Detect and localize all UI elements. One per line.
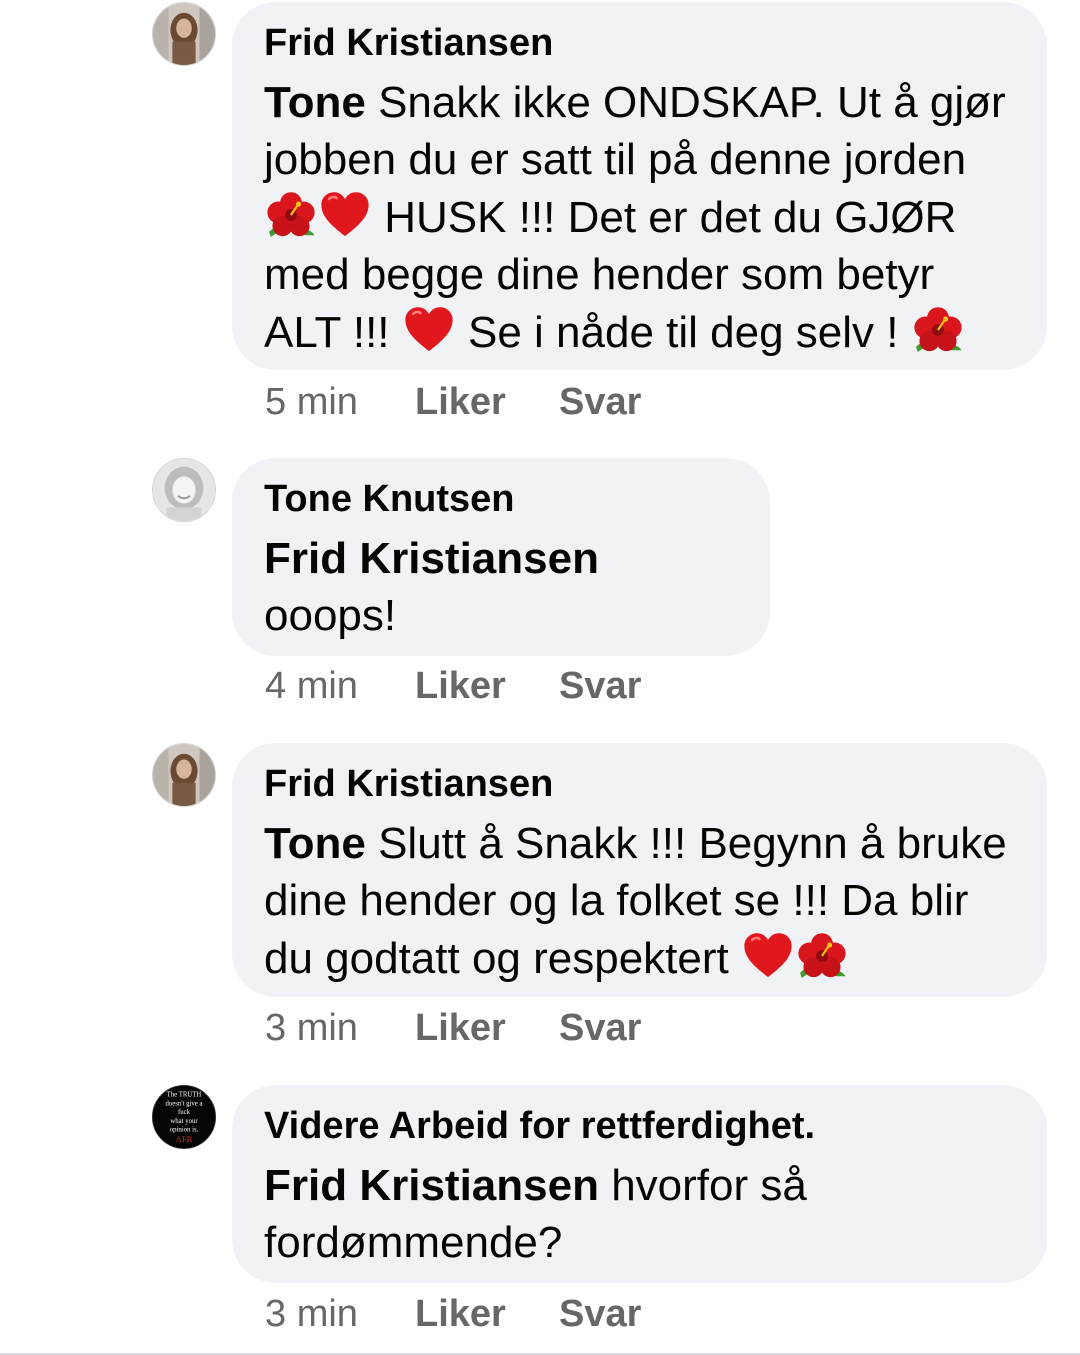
- comment-text-part: Snakk ikke ONDSKAP. Ut å gjør jobben du …: [264, 78, 1006, 184]
- comment-bubble: Frid Kristiansen Tone Slutt å Snakk !!! …: [232, 743, 1047, 997]
- like-button[interactable]: Liker: [415, 1292, 559, 1336]
- comment-text: Frid Kristiansen hvorfor så fordømmende?: [264, 1157, 1017, 1271]
- heart-icon: [741, 929, 795, 983]
- svg-text:opinion is.: opinion is.: [170, 1127, 199, 1134]
- comment-author[interactable]: Frid Kristiansen: [264, 20, 1017, 66]
- comment-actions: 3 min Liker Svar: [265, 1006, 641, 1050]
- avatar[interactable]: [152, 743, 216, 807]
- mention-link[interactable]: Tone: [264, 78, 366, 127]
- svg-text:fuck: fuck: [178, 1109, 191, 1116]
- comment-timestamp[interactable]: 3 min: [265, 1006, 415, 1050]
- comment-text: Tone Snakk ikke ONDSKAP. Ut å gjør jobbe…: [264, 74, 1017, 361]
- comment-author[interactable]: Tone Knutsen: [264, 476, 740, 522]
- like-button[interactable]: Liker: [415, 380, 559, 424]
- reply-button[interactable]: Svar: [559, 664, 641, 708]
- like-button[interactable]: Liker: [415, 1006, 559, 1050]
- comment-actions: 3 min Liker Svar: [265, 1292, 641, 1336]
- avatar[interactable]: [152, 458, 216, 522]
- reply-button[interactable]: Svar: [559, 1292, 641, 1336]
- like-button[interactable]: Liker: [415, 664, 559, 708]
- reply-button[interactable]: Svar: [559, 1006, 641, 1050]
- comment-text: Frid Kristiansen ooops!: [264, 530, 740, 644]
- hibiscus-icon: [911, 303, 965, 357]
- mention-link[interactable]: Tone: [264, 819, 366, 868]
- avatar[interactable]: The TRUTH doesn't give a fuck what your …: [152, 1085, 216, 1149]
- comment-bubble: Frid Kristiansen Tone Snakk ikke ONDSKAP…: [232, 2, 1047, 370]
- comment-thread: Frid Kristiansen Tone Snakk ikke ONDSKAP…: [0, 0, 1080, 1355]
- mention-link[interactable]: Frid Kristiansen: [264, 534, 599, 583]
- reply-button[interactable]: Svar: [559, 380, 641, 424]
- comment-text: Tone Slutt å Snakk !!! Begynn å bruke di…: [264, 815, 1017, 987]
- comment-text-part: Slutt å Snakk !!! Begynn å bruke dine he…: [264, 819, 1007, 983]
- svg-text:doesn't give a: doesn't give a: [166, 1100, 203, 1107]
- avatar[interactable]: [152, 2, 216, 66]
- comment-author[interactable]: Frid Kristiansen: [264, 761, 1017, 807]
- comment-text-part: Se i nåde til deg selv !: [455, 308, 911, 357]
- comment-bubble: Videre Arbeid for rettferdighet. Frid Kr…: [232, 1085, 1047, 1283]
- comment-actions: 4 min Liker Svar: [265, 664, 641, 708]
- comment-bubble: Tone Knutsen Frid Kristiansen ooops!: [232, 458, 770, 656]
- svg-text:what your: what your: [170, 1118, 198, 1125]
- heart-icon: [318, 188, 372, 242]
- comment-author[interactable]: Videre Arbeid for rettferdighet.: [264, 1103, 1017, 1149]
- comment-actions: 5 min Liker Svar: [265, 380, 641, 424]
- heart-icon: [402, 303, 456, 357]
- comment-timestamp[interactable]: 4 min: [265, 664, 415, 708]
- mention-link[interactable]: Frid Kristiansen: [264, 1161, 599, 1210]
- svg-text:The TRUTH: The TRUTH: [167, 1092, 202, 1099]
- avatar-quote-image: The TRUTH doesn't give a fuck what your …: [153, 1086, 215, 1148]
- hibiscus-icon: [795, 929, 849, 983]
- comment-text-part: ooops!: [264, 591, 397, 640]
- comment-timestamp[interactable]: 3 min: [265, 1292, 415, 1336]
- hibiscus-icon: [264, 188, 318, 242]
- comment-timestamp[interactable]: 5 min: [265, 380, 415, 424]
- svg-text:AFR: AFR: [176, 1134, 193, 1144]
